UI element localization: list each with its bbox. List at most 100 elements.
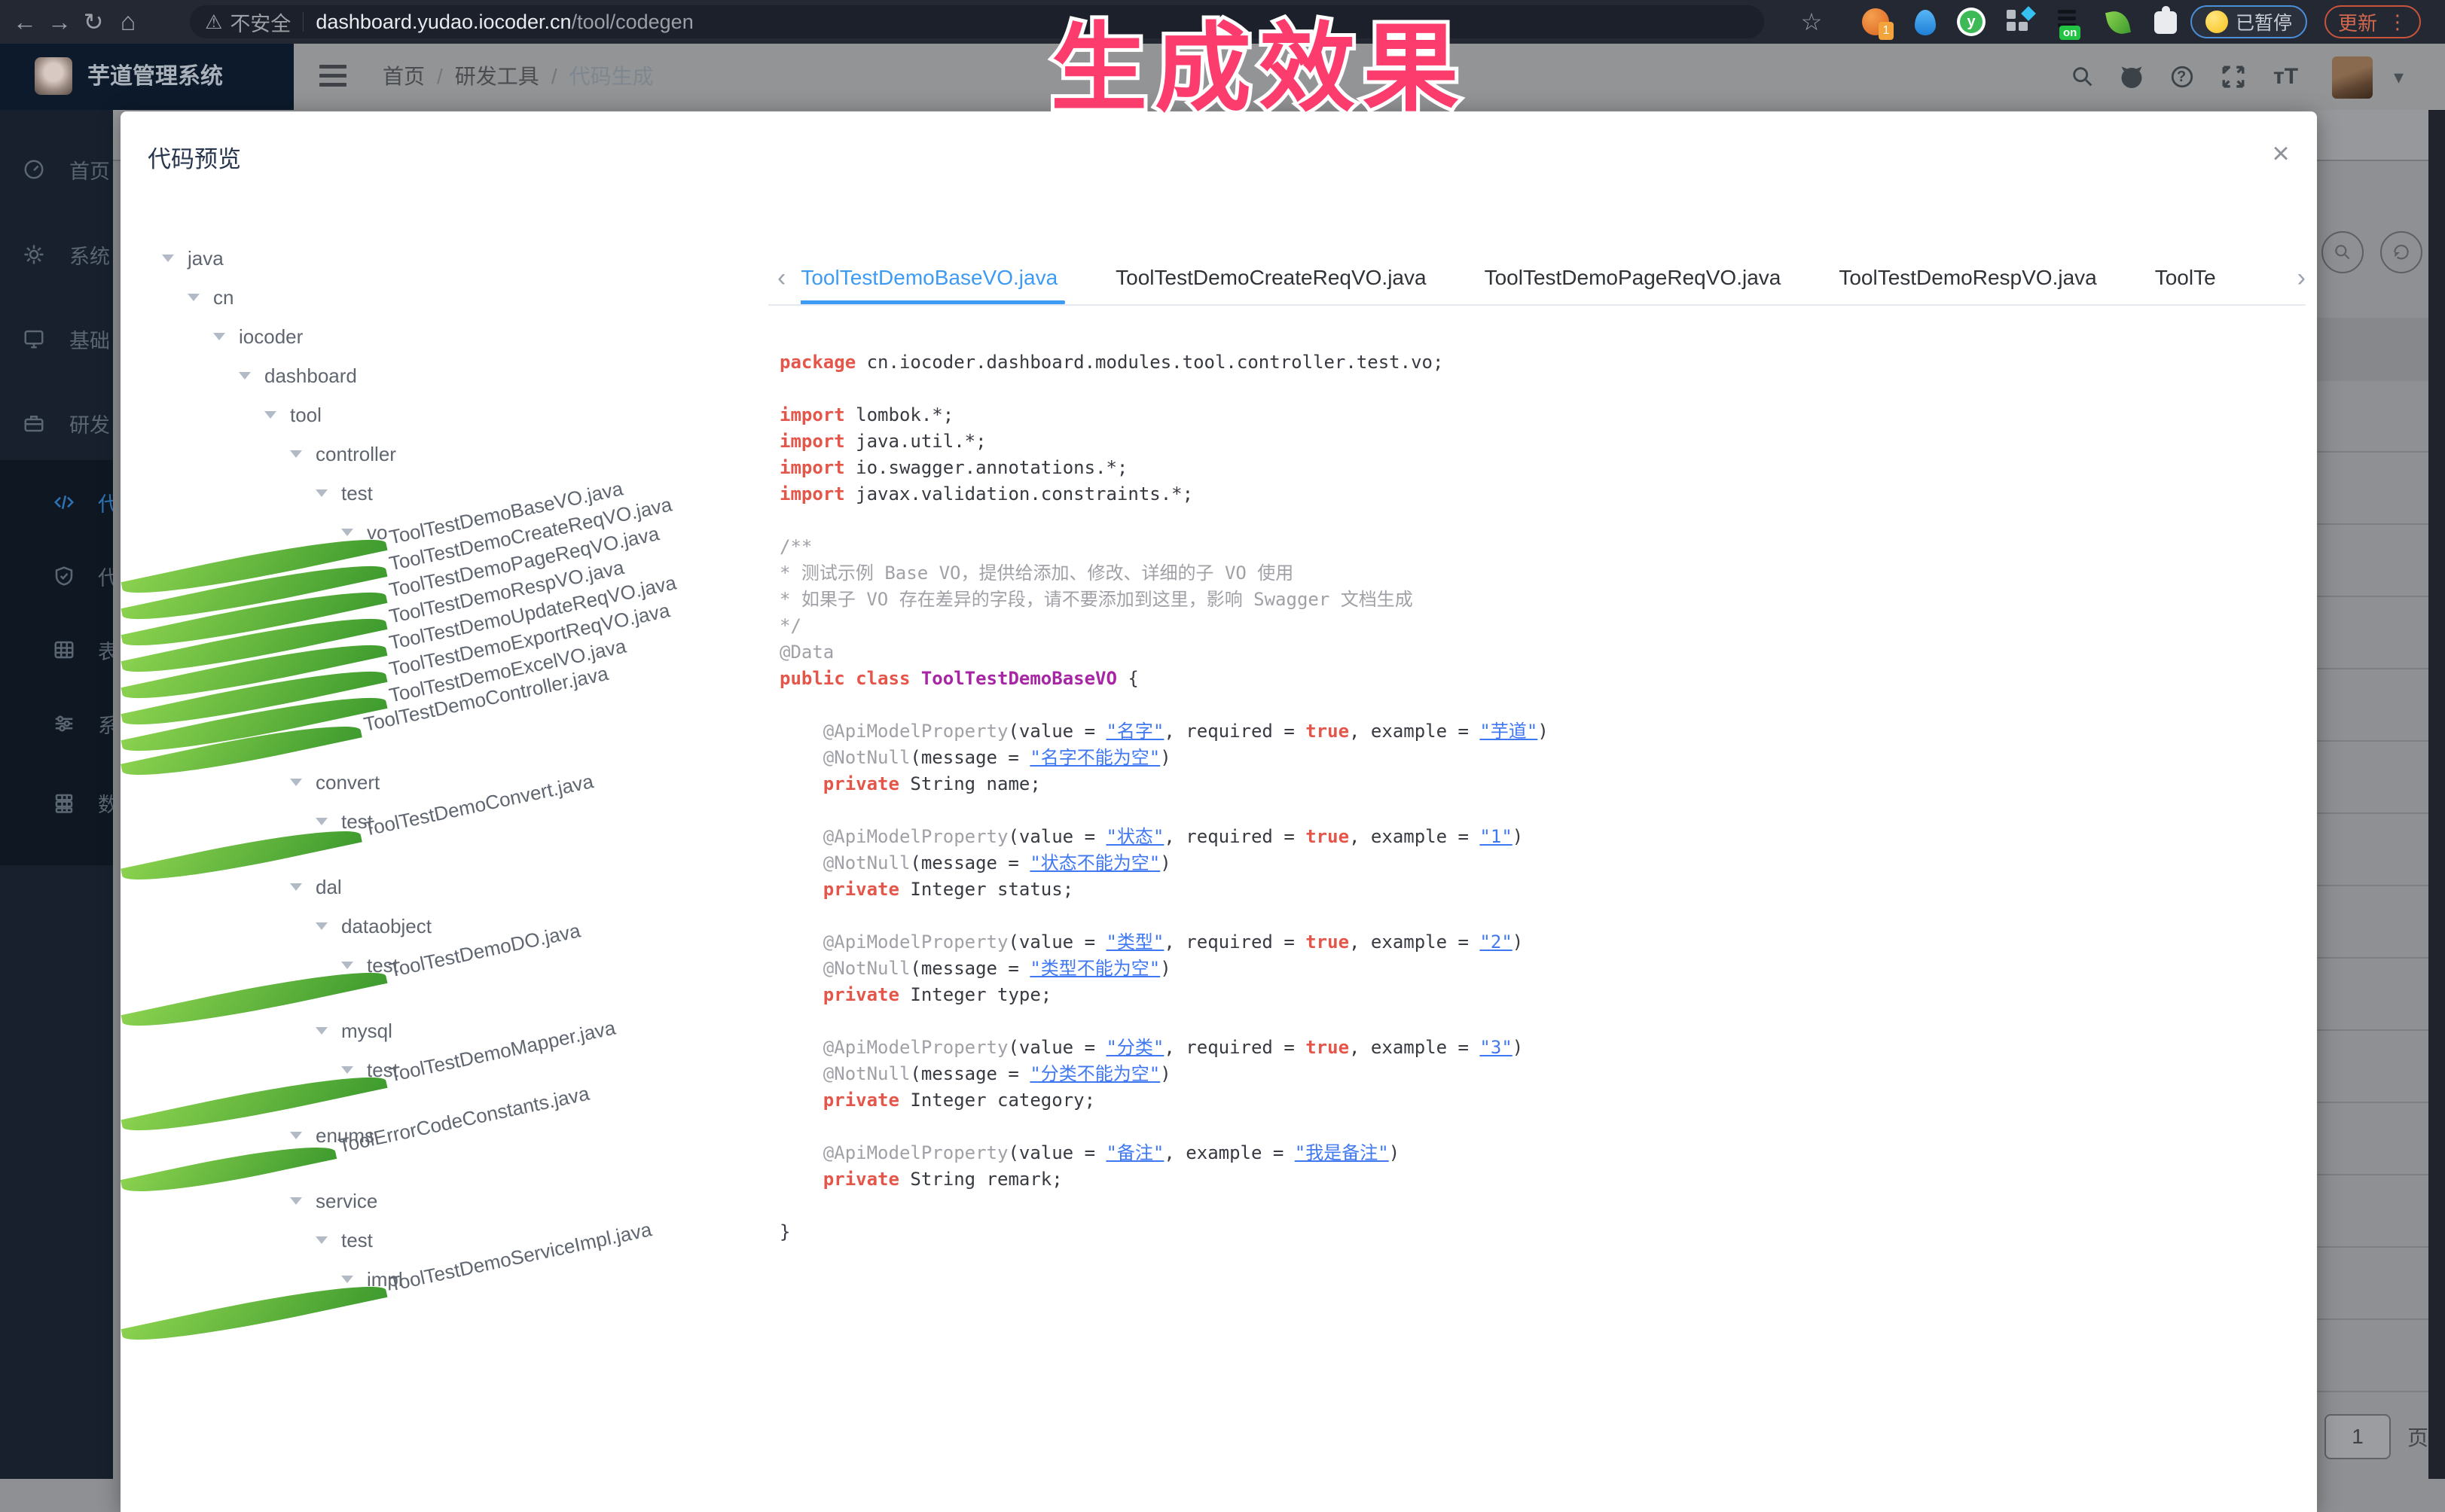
tree-caret-icon[interactable]	[188, 294, 200, 307]
tree-caret-icon[interactable]	[290, 1132, 302, 1145]
tree-caret-icon[interactable]	[316, 489, 328, 503]
bookmark-star-icon[interactable]: ☆	[1794, 0, 1829, 44]
tabs-scroll-right-icon[interactable]: ›	[2297, 264, 2306, 293]
sidebar-item-home[interactable]: 首页	[0, 149, 113, 190]
shield-icon	[53, 565, 75, 587]
back-icon[interactable]: ←	[8, 0, 42, 44]
tree-node[interactable]: service	[121, 1181, 768, 1221]
sidebar-item-2[interactable]: 基础	[0, 319, 113, 359]
tree-caret-icon[interactable]	[290, 779, 302, 792]
briefcase-icon	[23, 412, 45, 434]
code-line: import lombok.*;	[780, 402, 2301, 428]
sidebar-collapse-icon[interactable]	[319, 65, 346, 89]
extension-puzzle-icon[interactable]	[2154, 8, 2177, 34]
page-number-input[interactable]	[2324, 1414, 2391, 1459]
right-dark-strip	[2428, 110, 2445, 1479]
tree-node[interactable]: convert	[121, 763, 768, 802]
tree-caret-icon[interactable]	[162, 255, 174, 268]
tree-caret-icon[interactable]	[290, 883, 302, 897]
url-host: dashboard.yudao.iocoder.cn	[316, 11, 571, 34]
tree-node[interactable]: dal	[121, 867, 768, 907]
extension-y-icon[interactable]: y	[1957, 8, 1986, 36]
file-tab-2[interactable]: ToolTestDemoPageReqVO.java	[1485, 256, 1781, 304]
extension-grid-icon[interactable]	[2007, 8, 2034, 35]
code-line: import io.swagger.annotations.*;	[780, 455, 2301, 481]
table-search-button[interactable]	[2321, 231, 2364, 273]
tabs-scroll-left-icon[interactable]: ‹	[777, 264, 786, 293]
tree-caret-icon[interactable]	[316, 922, 328, 936]
tree-caret-icon[interactable]	[316, 1236, 328, 1250]
profile-paused-pill[interactable]: 已暂停	[2190, 5, 2307, 38]
extension-drop-icon[interactable]	[1915, 8, 1936, 35]
sidebar-item-label: 首页	[69, 155, 110, 184]
profile-emoji-icon	[2205, 11, 2228, 33]
tree-node[interactable]: dashboard	[121, 356, 768, 395]
code-line: @NotNull(message = "分类不能为空")	[780, 1061, 2301, 1087]
sidebar-item-1[interactable]: 系统	[0, 234, 113, 275]
tree-node[interactable]: tool	[121, 395, 768, 434]
tree-node[interactable]: test	[121, 1221, 768, 1260]
sidebar-subitem-3[interactable]: 系	[0, 703, 113, 744]
sidebar-subitem-1[interactable]: 代	[0, 556, 113, 596]
code-icon	[53, 491, 75, 514]
code-line: @NotNull(message = "状态不能为空")	[780, 850, 2301, 876]
tree-node[interactable]: java	[121, 239, 768, 278]
file-tree: javacniocoderdashboardtoolcontroller test…	[121, 239, 768, 1325]
font-size-icon[interactable]: ᴛT	[2273, 44, 2298, 110]
reload-icon[interactable]: ↻	[76, 0, 111, 44]
breadcrumb-item[interactable]: 研发工具	[455, 65, 539, 88]
avatar[interactable]	[2332, 56, 2373, 99]
file-tab-4[interactable]: ToolTe	[2155, 256, 2216, 304]
breadcrumb-separator: /	[551, 65, 557, 88]
breadcrumb-separator: /	[437, 65, 443, 88]
fullscreen-icon[interactable]	[2221, 44, 2246, 110]
file-tabs: ToolTestDemoBaseVO.java ToolTestDemoCreat…	[801, 256, 2273, 304]
code-line: @ApiModelProperty(value = "备注", example …	[780, 1140, 2301, 1166]
extension-leaf-icon[interactable]	[2108, 8, 2129, 35]
forward-icon[interactable]: →	[42, 0, 77, 44]
tree-node[interactable]: dataobject	[121, 907, 768, 946]
sidebar-subitem-2[interactable]: 表	[0, 629, 113, 670]
sidebar-subitem-4[interactable]: 数	[0, 782, 113, 823]
tree-caret-icon[interactable]	[213, 333, 225, 346]
tree-caret-icon[interactable]	[264, 411, 276, 425]
tree-node[interactable]: iocoder	[121, 317, 768, 356]
app-logo	[35, 57, 72, 95]
chevron-down-icon[interactable]: ▾	[2394, 44, 2404, 110]
tree-node[interactable]: controller	[121, 434, 768, 474]
code-viewer: package cn.iocoder.dashboard.modules.too…	[780, 349, 2301, 1245]
tree-node[interactable]: mysql	[121, 1011, 768, 1050]
chrome-update-button[interactable]: 更新 ⋮	[2324, 5, 2421, 38]
breadcrumb-item[interactable]: 首页	[383, 65, 425, 88]
sidebar-item-label: 研发	[69, 409, 110, 438]
tree-node-label: convert	[316, 771, 380, 794]
file-tab-0[interactable]: ToolTestDemoBaseVO.java	[801, 256, 1058, 304]
app-logo-block[interactable]: 芋道管理系统	[0, 44, 294, 110]
github-icon[interactable]	[2118, 44, 2145, 110]
tree-node[interactable]: cn	[121, 278, 768, 317]
sidebar-item-3[interactable]: 研发	[0, 403, 113, 444]
code-line	[780, 1193, 2301, 1219]
sidebar-subitem-label: 代	[98, 562, 113, 591]
sidebar-subitem-0[interactable]: 代	[0, 482, 113, 523]
close-icon[interactable]: ×	[2264, 137, 2297, 170]
file-tab-1[interactable]: ToolTestDemoCreateReqVO.java	[1116, 256, 1426, 304]
tree-caret-icon[interactable]	[316, 818, 328, 831]
tree-caret-icon[interactable]	[290, 1197, 302, 1211]
tree-caret-icon[interactable]	[290, 450, 302, 464]
file-tab-3[interactable]: ToolTestDemoRespVO.java	[1839, 256, 2096, 304]
kebab-menu-icon[interactable]: ⋮	[2388, 11, 2407, 34]
extension-on-icon[interactable]: on	[2058, 10, 2085, 37]
extension-orange-icon[interactable]: 1	[1862, 8, 1889, 35]
address-bar[interactable]: ⚠ 不安全 dashboard.yudao.iocoder.cn/tool/co…	[190, 5, 1764, 38]
gear-icon	[23, 243, 45, 266]
table-refresh-button[interactable]	[2380, 231, 2422, 273]
help-icon[interactable]: ?	[2169, 44, 2195, 110]
code-preview-dialog: 代码预览 × javacniocoderdashboardtoolcontrol…	[121, 111, 2317, 1512]
tree-caret-icon[interactable]	[239, 372, 251, 386]
home-icon[interactable]: ⌂	[111, 0, 145, 44]
not-secure-label: 不安全	[230, 8, 291, 37]
tree-caret-icon[interactable]	[316, 1027, 328, 1041]
code-line: import javax.validation.constraints.*;	[780, 481, 2301, 508]
search-icon[interactable]	[2070, 44, 2095, 110]
